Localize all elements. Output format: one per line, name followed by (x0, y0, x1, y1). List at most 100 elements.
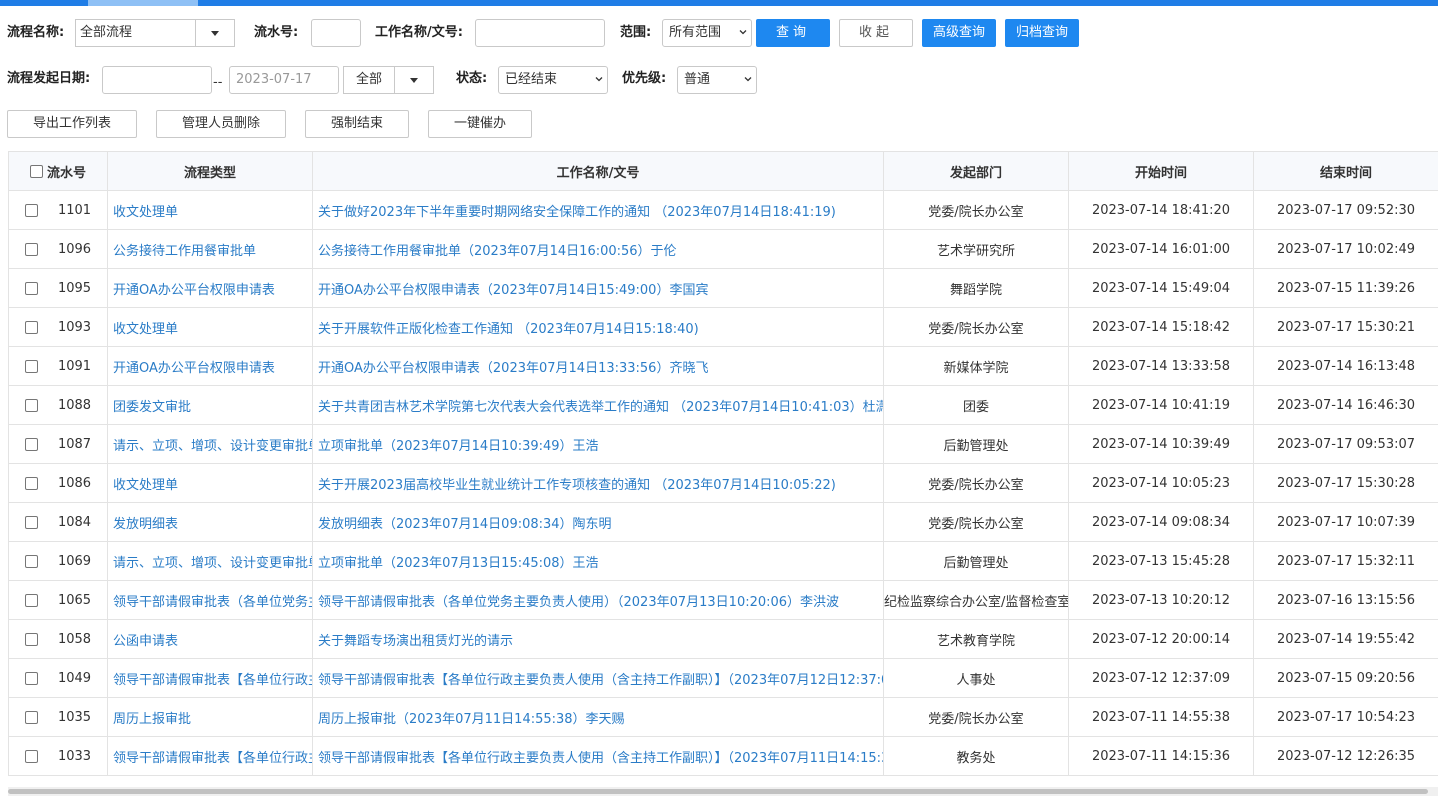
row-type-link[interactable]: 开通OA办公平台权限申请表 (107, 346, 313, 386)
table-row[interactable]: 1033 领导干部请假审批表【各单位行政主要负责人使用】领导干部请假审批表【各单位… (8, 736, 1438, 776)
row-name-link[interactable]: 关于开展2023届高校毕业生就业统计工作专项核查的通知 （2023年07月14日… (312, 463, 884, 503)
row-start-time: 2023-07-14 09:08:34 (1068, 502, 1254, 542)
row-name-link[interactable]: 关于舞蹈专场演出租赁灯光的请示 (312, 619, 884, 659)
force-end-button[interactable]: 强制结束 (305, 110, 409, 138)
row-checkbox[interactable] (24, 437, 38, 451)
header-dept[interactable]: 发起部门 (883, 151, 1069, 191)
table-row[interactable]: 1096 公务接待工作用餐审批单 公务接待工作用餐审批单（2023年07月14日16… (8, 229, 1438, 269)
serial-input[interactable] (311, 19, 361, 47)
row-checkbox[interactable] (24, 476, 38, 490)
row-name-link[interactable]: 发放明细表（2023年07月14日09:08:34）陶东明 (312, 502, 884, 542)
advanced-query-button[interactable]: 高级查询 (922, 19, 996, 47)
table-row[interactable]: 1069 请示、立项、增项、设计变更审批单 立项审批单（2023年07月13日15:… (8, 541, 1438, 581)
header-type[interactable]: 流程类型 (107, 151, 313, 191)
top-tab-highlight[interactable] (88, 0, 198, 6)
row-end-time: 2023-07-17 10:54:23 (1253, 697, 1438, 737)
table-row[interactable]: 1101 收文处理单 关于做好2023年下半年重要时期网络安全保障工作的通知 （20… (8, 190, 1438, 230)
flow-name-select[interactable]: 全部流程 (75, 19, 235, 47)
date-range-select[interactable]: 全部 (343, 66, 434, 94)
table-row[interactable]: 1095 开通OA办公平台权限申请表 开通OA办公平台权限申请表（2023年07月1… (8, 268, 1438, 308)
table-row[interactable]: 1035 周历上报审批 周历上报审批（2023年07月11日14:55:38）李天赐… (8, 697, 1438, 737)
row-checkbox[interactable] (24, 593, 38, 607)
collapse-button[interactable]: 收起 (839, 19, 913, 47)
urge-all-button[interactable]: 一键催办 (428, 110, 532, 138)
row-dept: 艺术教育学院 (883, 619, 1069, 659)
work-name-input[interactable] (475, 19, 605, 47)
horizontal-scrollbar[interactable] (8, 787, 1438, 796)
row-checkbox[interactable] (24, 515, 38, 529)
row-checkbox[interactable] (24, 203, 38, 217)
table-row[interactable]: 1088 团委发文审批 关于共青团吉林艺术学院第七次代表大会代表选举工作的通知 （2… (8, 385, 1438, 425)
row-start-time: 2023-07-13 10:20:12 (1068, 580, 1254, 620)
row-type-link[interactable]: 收文处理单 (107, 463, 313, 503)
row-start-time: 2023-07-14 10:41:19 (1068, 385, 1254, 425)
scrollbar-thumb[interactable] (8, 789, 1428, 794)
status-select[interactable]: 已经结束 (498, 66, 608, 94)
date-to-input[interactable]: 2023-07-17 (229, 66, 339, 94)
row-checkbox[interactable] (24, 671, 38, 685)
priority-select[interactable]: 普通 (677, 66, 757, 94)
row-type-link[interactable]: 周历上报审批 (107, 697, 313, 737)
row-checkbox[interactable] (24, 749, 38, 763)
header-end[interactable]: 结束时间 (1253, 151, 1438, 191)
row-name-link[interactable]: 关于开展软件正版化检查工作通知 （2023年07月14日15:18:40) (312, 307, 884, 347)
table-row[interactable]: 1091 开通OA办公平台权限申请表 开通OA办公平台权限申请表（2023年07月1… (8, 346, 1438, 386)
row-type-link[interactable]: 请示、立项、增项、设计变更审批单 (107, 424, 313, 464)
row-type-link[interactable]: 开通OA办公平台权限申请表 (107, 268, 313, 308)
export-list-button[interactable]: 导出工作列表 (7, 110, 137, 138)
row-checkbox[interactable] (24, 398, 38, 412)
row-type-link[interactable]: 发放明细表 (107, 502, 313, 542)
archive-query-button[interactable]: 归档查询 (1005, 19, 1079, 47)
row-checkbox[interactable] (24, 320, 38, 334)
row-name-link[interactable]: 领导干部请假审批表（各单位党务主要负责人使用）（2023年07月13日10:20… (312, 580, 884, 620)
row-serial: 1065 (57, 592, 92, 608)
table-header-row: 流水号 流程类型 工作名称/文号 发起部门 开始时间 结束时间 (8, 151, 1438, 191)
row-checkbox[interactable] (24, 710, 38, 724)
row-name-link[interactable]: 立项审批单（2023年07月14日10:39:49）王浩 (312, 424, 884, 464)
row-name-link[interactable]: 周历上报审批（2023年07月11日14:55:38）李天赐 (312, 697, 884, 737)
row-start-time: 2023-07-11 14:55:38 (1068, 697, 1254, 737)
row-type-link[interactable]: 公务接待工作用餐审批单 (107, 229, 313, 269)
row-name-link[interactable]: 开通OA办公平台权限申请表（2023年07月14日13:33:56）齐晓飞 (312, 346, 884, 386)
table-row[interactable]: 1065 领导干部请假审批表（各单位党务主要负责人使用）领导干部请假审批表（各单位… (8, 580, 1438, 620)
chevron-down-icon[interactable] (195, 20, 234, 46)
row-checkbox[interactable] (24, 359, 38, 373)
table-row[interactable]: 1049 领导干部请假审批表【各单位行政主要负责人使用】领导干部请假审批表【各单位… (8, 658, 1438, 698)
table-row[interactable]: 1058 公函申请表 关于舞蹈专场演出租赁灯光的请示 艺术教育学院 2023-07-12… (8, 619, 1438, 659)
chevron-down-icon (744, 77, 752, 82)
row-name-link[interactable]: 领导干部请假审批表【各单位行政主要负责人使用（含主持工作副职）】（2023年07… (312, 736, 884, 776)
row-name-link[interactable]: 领导干部请假审批表【各单位行政主要负责人使用（含主持工作副职）】（2023年07… (312, 658, 884, 698)
date-from-input[interactable] (102, 66, 212, 94)
table-row[interactable]: 1087 请示、立项、增项、设计变更审批单 立项审批单（2023年07月14日10:… (8, 424, 1438, 464)
row-name-link[interactable]: 公务接待工作用餐审批单（2023年07月14日16:00:56）于伦 (312, 229, 884, 269)
row-serial: 1088 (57, 397, 92, 413)
row-checkbox[interactable] (24, 554, 38, 568)
row-name-link[interactable]: 关于共青团吉林艺术学院第七次代表大会代表选举工作的通知 （2023年07月14日… (312, 385, 884, 425)
row-checkbox[interactable] (24, 242, 38, 256)
row-type-link[interactable]: 领导干部请假审批表【各单位行政主要负责人使用】 (107, 736, 313, 776)
query-button[interactable]: 查询 (756, 19, 830, 47)
table-row[interactable]: 1093 收文处理单 关于开展软件正版化检查工作通知 （2023年07月14日15:… (8, 307, 1438, 347)
row-type-link[interactable]: 公函申请表 (107, 619, 313, 659)
row-type-link[interactable]: 请示、立项、增项、设计变更审批单 (107, 541, 313, 581)
table-row[interactable]: 1086 收文处理单 关于开展2023届高校毕业生就业统计工作专项核查的通知 （20… (8, 463, 1438, 503)
row-name-link[interactable]: 关于做好2023年下半年重要时期网络安全保障工作的通知 （2023年07月14日… (312, 190, 884, 230)
select-all-checkbox[interactable] (29, 164, 43, 178)
scope-select[interactable]: 所有范围 (662, 19, 752, 47)
chevron-down-icon[interactable] (394, 67, 433, 93)
row-dept: 党委/院长办公室 (883, 463, 1069, 503)
row-name-link[interactable]: 立项审批单（2023年07月13日15:45:08）王浩 (312, 541, 884, 581)
header-start[interactable]: 开始时间 (1068, 151, 1254, 191)
row-type-link[interactable]: 团委发文审批 (107, 385, 313, 425)
row-checkbox[interactable] (24, 632, 38, 646)
work-list-table: 流水号 流程类型 工作名称/文号 发起部门 开始时间 结束时间 1101 收文处理… (8, 151, 1438, 776)
row-checkbox[interactable] (24, 281, 38, 295)
header-name[interactable]: 工作名称/文号 (312, 151, 884, 191)
row-type-link[interactable]: 领导干部请假审批表（各单位党务主要负责人使用） (107, 580, 313, 620)
row-name-link[interactable]: 开通OA办公平台权限申请表（2023年07月14日15:49:00）李国宾 (312, 268, 884, 308)
row-type-link[interactable]: 领导干部请假审批表【各单位行政主要负责人使用】 (107, 658, 313, 698)
row-type-link[interactable]: 收文处理单 (107, 190, 313, 230)
admin-delete-button[interactable]: 管理人员删除 (156, 110, 286, 138)
table-row[interactable]: 1084 发放明细表 发放明细表（2023年07月14日09:08:34）陶东明 党委… (8, 502, 1438, 542)
row-type-link[interactable]: 收文处理单 (107, 307, 313, 347)
